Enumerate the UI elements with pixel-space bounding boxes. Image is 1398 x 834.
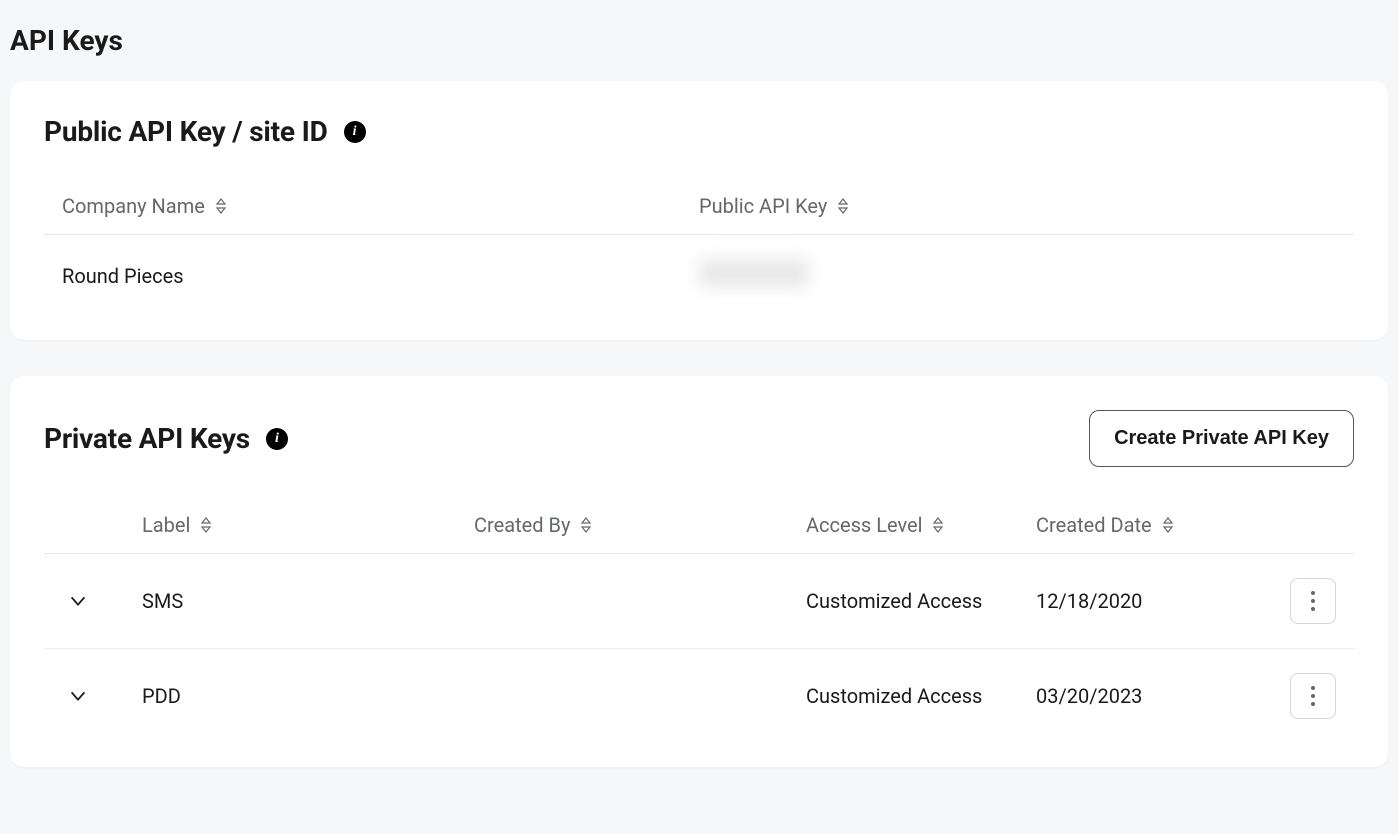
col-public-api-key-label: Public API Key (699, 194, 827, 218)
table-row: PDD Customized Access 03/20/2023 (44, 649, 1354, 743)
created-date-cell: 12/18/2020 (1036, 589, 1266, 613)
chevron-down-icon (67, 590, 89, 612)
row-actions-button[interactable] (1290, 578, 1336, 624)
info-icon[interactable]: i (266, 428, 288, 450)
private-title-wrap: Private API Keys i (44, 422, 288, 455)
redacted-api-key (699, 259, 809, 287)
col-company-name[interactable]: Company Name (62, 194, 699, 218)
public-card-header: Public API Key / site ID i (44, 115, 1354, 148)
sort-icon (215, 198, 227, 214)
public-table-head: Company Name Public API Key (44, 194, 1354, 235)
col-created-date-text: Created Date (1036, 513, 1152, 537)
page-title: API Keys (10, 10, 1388, 81)
col-created-date[interactable]: Created Date (1036, 513, 1266, 537)
access-level-cell: Customized Access (806, 684, 1036, 708)
private-table-head: Label Created By Access Level Created Da… (44, 513, 1354, 554)
info-icon[interactable]: i (344, 121, 366, 143)
company-name-cell: Round Pieces (62, 264, 699, 288)
kebab-icon (1310, 590, 1316, 612)
sort-icon (200, 517, 212, 533)
label-cell: SMS (142, 589, 474, 613)
access-level-cell: Customized Access (806, 589, 1036, 613)
sort-icon (580, 517, 592, 533)
col-created-by[interactable]: Created By (474, 513, 806, 537)
sort-icon (837, 198, 849, 214)
private-card-header: Private API Keys i Create Private API Ke… (44, 410, 1354, 467)
public-card-title: Public API Key / site ID (44, 115, 328, 148)
expand-row-button[interactable] (62, 585, 94, 617)
label-cell: PDD (142, 684, 474, 708)
public-title-wrap: Public API Key / site ID i (44, 115, 366, 148)
create-private-api-key-button[interactable]: Create Private API Key (1089, 410, 1354, 467)
public-api-table: Company Name Public API Key Round Pieces (44, 194, 1354, 316)
created-date-cell: 03/20/2023 (1036, 684, 1266, 708)
table-row: Round Pieces (44, 235, 1354, 316)
private-api-keys-card: Private API Keys i Create Private API Ke… (10, 376, 1388, 767)
expand-row-button[interactable] (62, 680, 94, 712)
col-created-by-text: Created By (474, 513, 570, 537)
col-access-level-text: Access Level (806, 513, 922, 537)
col-label[interactable]: Label (142, 513, 474, 537)
col-access-level[interactable]: Access Level (806, 513, 1036, 537)
col-company-name-label: Company Name (62, 194, 205, 218)
sort-icon (932, 517, 944, 533)
sort-icon (1162, 517, 1174, 533)
col-label-text: Label (142, 513, 190, 537)
table-row: SMS Customized Access 12/18/2020 (44, 554, 1354, 649)
public-api-key-cell (699, 259, 1336, 292)
kebab-icon (1310, 685, 1316, 707)
public-api-key-card: Public API Key / site ID i Company Name … (10, 81, 1388, 340)
row-actions-button[interactable] (1290, 673, 1336, 719)
private-card-title: Private API Keys (44, 422, 250, 455)
private-api-table: Label Created By Access Level Created Da… (44, 513, 1354, 743)
col-public-api-key[interactable]: Public API Key (699, 194, 1336, 218)
chevron-down-icon (67, 685, 89, 707)
